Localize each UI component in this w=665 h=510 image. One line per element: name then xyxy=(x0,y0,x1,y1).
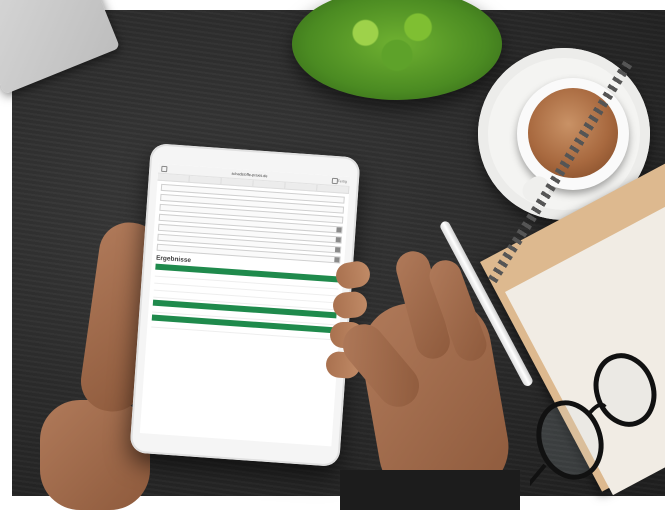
sidebar-icon[interactable] xyxy=(161,165,168,172)
sleeve xyxy=(340,470,520,510)
tab[interactable] xyxy=(221,178,254,187)
eyeglasses-icon xyxy=(530,353,657,487)
tablet-screen: schadstoffe-praxis.de Fertig Ergebnisse xyxy=(139,163,351,447)
tab[interactable] xyxy=(285,182,318,191)
tab[interactable] xyxy=(189,175,222,185)
tab[interactable] xyxy=(317,184,350,193)
tablet-device: schadstoffe-praxis.de Fertig Ergebnisse xyxy=(129,143,361,467)
tab[interactable] xyxy=(157,173,190,182)
done-button[interactable]: Fertig xyxy=(338,179,347,184)
tab[interactable] xyxy=(253,180,286,189)
